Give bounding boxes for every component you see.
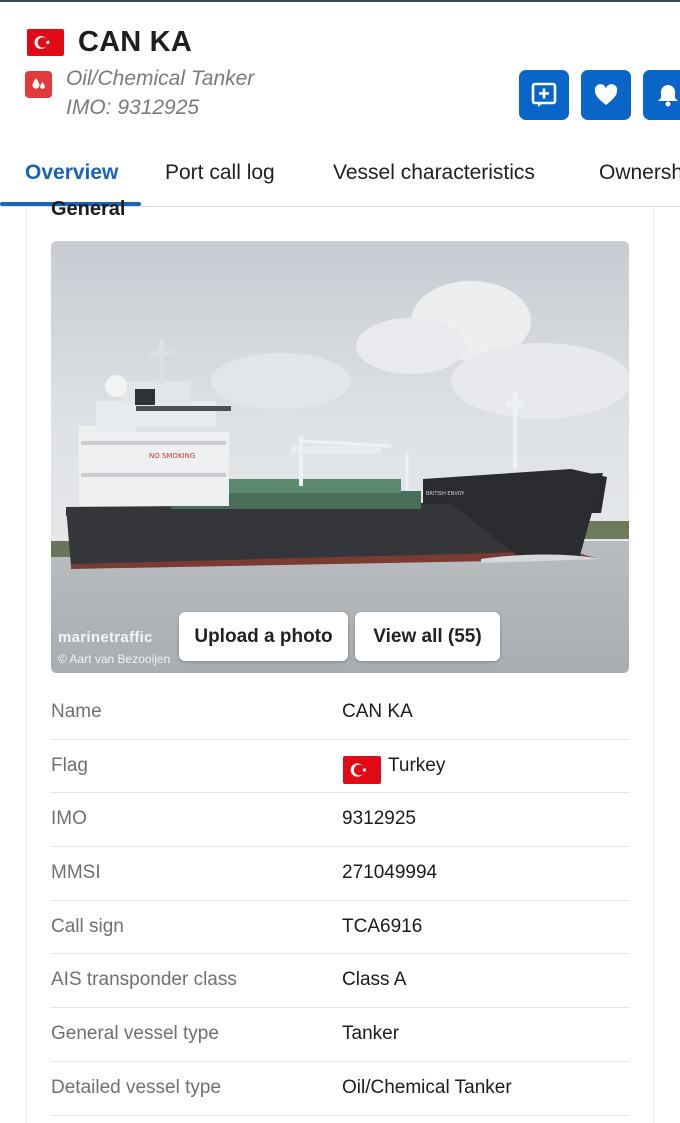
detail-value: 271049994 xyxy=(342,862,438,884)
detail-label: General vessel type xyxy=(51,1023,219,1045)
photo-watermark: marinetraffic xyxy=(58,629,153,646)
vessel-imo: IMO: 9312925 xyxy=(66,96,200,119)
detail-value: CAN KA xyxy=(342,701,413,722)
vessel-type: Oil/Chemical Tanker xyxy=(66,67,255,90)
detail-value: TCA6916 xyxy=(342,915,423,937)
vessel-header: CAN KA Oil/Chemical Tanker IMO: 9312925 xyxy=(0,2,680,152)
detail-label: Name xyxy=(51,701,102,722)
vessel-photo-image: NO SMOKING BRITISH ENVOY xyxy=(51,241,629,673)
table-row: General vessel type Tanker xyxy=(51,1008,629,1062)
tab-overview[interactable]: Overview xyxy=(25,161,118,185)
add-note-button[interactable] xyxy=(519,70,569,120)
detail-label: IMO xyxy=(51,808,87,830)
vessel-name: CAN KA xyxy=(78,26,192,58)
card-border-right xyxy=(653,208,654,1123)
heart-icon xyxy=(594,84,618,105)
add-note-icon xyxy=(531,82,557,107)
photo-credit: © Aart van Bezooijen xyxy=(58,652,171,666)
table-row: Call sign TCA6916 xyxy=(51,901,629,955)
table-row: AIS transponder class Class A xyxy=(51,954,629,1009)
detail-value: Tanker xyxy=(342,1023,400,1045)
overview-content: General NO SMOKING BRITISH ENVOY marinet… xyxy=(0,198,680,1123)
detail-label: MMSI xyxy=(51,862,101,884)
detail-label: AIS transponder class xyxy=(51,969,237,991)
svg-text:NO SMOKING: NO SMOKING xyxy=(149,452,195,460)
tab-ownership[interactable]: Ownersh xyxy=(599,161,680,185)
tab-port-call-log[interactable]: Port call log xyxy=(165,161,275,185)
vessel-photo[interactable]: NO SMOKING BRITISH ENVOY marinetraffic ©… xyxy=(51,241,629,673)
tanker-type-icon xyxy=(25,71,52,98)
detail-value: Turkey xyxy=(388,754,446,776)
turkey-flag-icon xyxy=(27,29,64,56)
svg-text:BRITISH ENVOY: BRITISH ENVOY xyxy=(426,491,465,497)
table-row: Name CAN KA xyxy=(51,686,629,740)
card-border-left xyxy=(26,208,27,1123)
table-row: Detailed vessel type Oil/Chemical Tanker xyxy=(51,1062,629,1116)
detail-label: Detailed vessel type xyxy=(51,1076,222,1098)
view-all-photos-button[interactable]: View all (55) xyxy=(355,612,500,661)
table-row: Flag Turkey xyxy=(51,740,629,794)
detail-label: Call sign xyxy=(51,915,124,937)
alert-button[interactable] xyxy=(643,70,680,120)
tab-vessel-characteristics[interactable]: Vessel characteristics xyxy=(333,161,535,185)
favorite-button[interactable] xyxy=(581,70,631,120)
detail-value: Class A xyxy=(342,969,407,991)
table-row: IMO 9312925 xyxy=(51,793,629,848)
table-row: MMSI 271049994 xyxy=(51,847,629,901)
bell-icon xyxy=(658,85,678,107)
general-details-table: Name CAN KA Flag Turkey IMO 9312925 MMSI… xyxy=(51,686,629,1116)
upload-photo-button[interactable]: Upload a photo xyxy=(179,612,348,661)
section-title-text: General xyxy=(51,198,126,218)
section-title: General xyxy=(51,198,125,218)
detail-value: Oil/Chemical Tanker xyxy=(342,1076,512,1098)
detail-label: Flag xyxy=(51,754,88,776)
turkey-flag-icon xyxy=(343,755,381,784)
detail-value: 9312925 xyxy=(342,808,416,830)
